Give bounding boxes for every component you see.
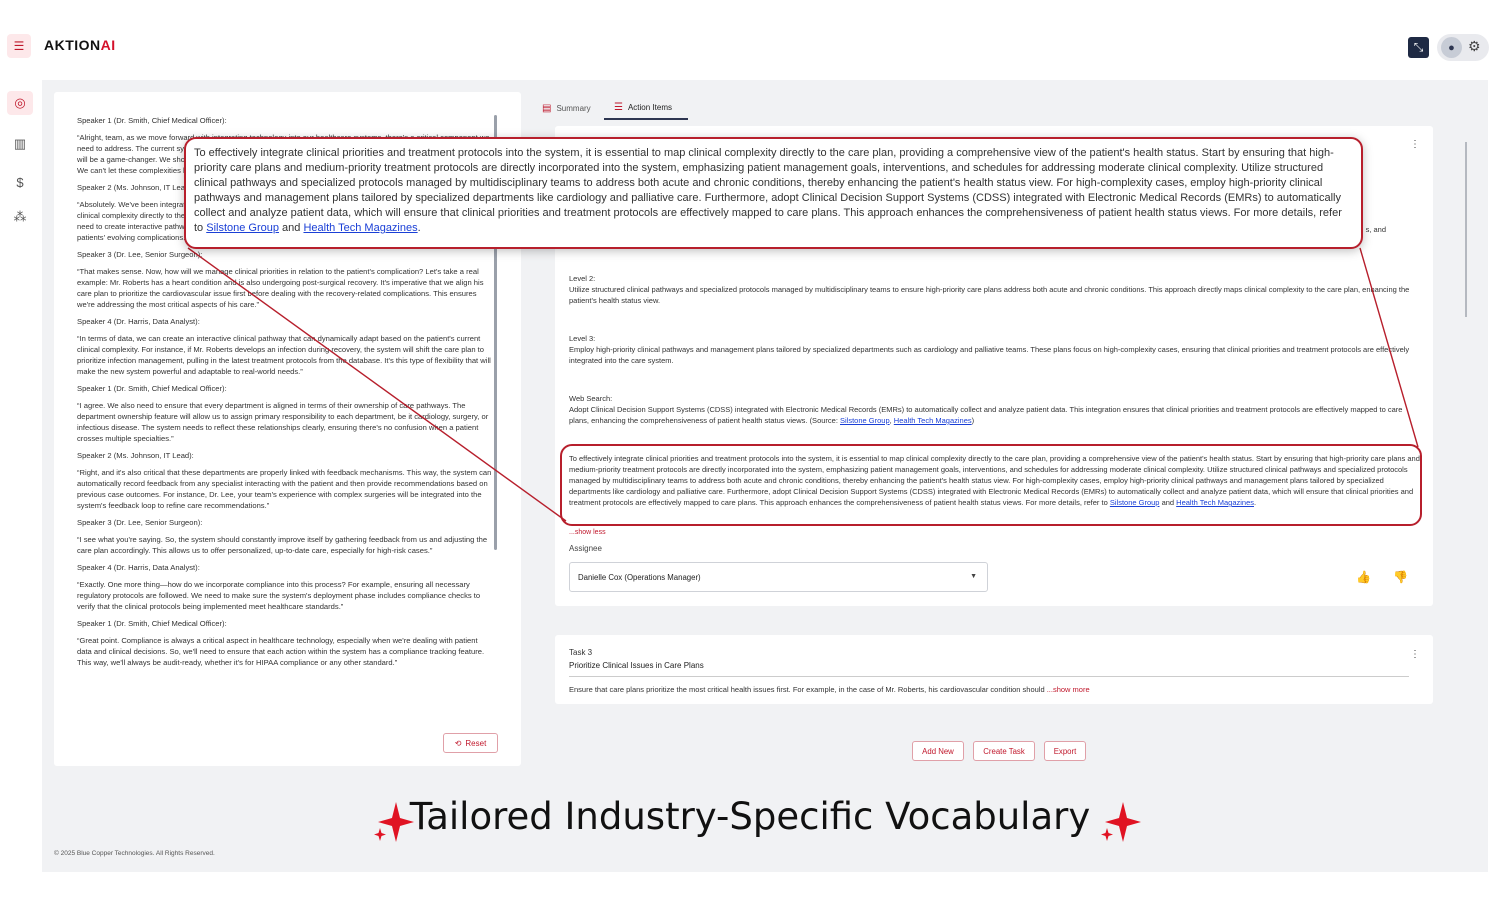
sparkle-icon-right <box>1101 802 1141 842</box>
export-button[interactable]: Export <box>1044 741 1086 761</box>
task-3-divider <box>569 676 1409 677</box>
zoom-callout: To effectively integrate clinical priori… <box>184 137 1363 249</box>
transcript-speaker: Speaker 3 (Dr. Lee, Senior Surgeon): <box>77 518 203 527</box>
dashboard-icon[interactable]: ◎ <box>7 91 33 115</box>
chevron-down-icon: ▼ <box>970 573 977 580</box>
tab-action-items-label: Action Items <box>627 102 672 112</box>
bar-chart-icon[interactable]: ▥ <box>7 132 33 156</box>
hamburger-icon[interactable]: ☰ <box>7 34 31 58</box>
task-3-desc-text: Ensure that care plans prioritize the mo… <box>569 685 1047 694</box>
task-3-menu-icon[interactable]: ⋮ <box>1410 649 1420 660</box>
thumbs-down-icon[interactable]: 👎 <box>1393 570 1408 584</box>
add-new-button[interactable]: Add New <box>912 741 964 761</box>
reset-label: Reset <box>465 738 487 748</box>
level-3-text: Employ high-priority clinical pathways a… <box>569 345 1410 365</box>
web-search-close: ) <box>971 416 975 425</box>
reset-button[interactable]: ⟲ Reset <box>443 733 498 753</box>
callout-body: To effectively integrate clinical priori… <box>194 147 1342 234</box>
action-items-scrollbar[interactable] <box>1465 142 1467 317</box>
tagline: Tailored Industry-Specific Vocabulary <box>409 795 1091 838</box>
task-2-menu-icon[interactable]: ⋮ <box>1410 139 1420 150</box>
transcript-utterance: “Great point. Compliance is always a cri… <box>77 636 485 667</box>
gear-icon[interactable]: ⚙ <box>1468 38 1481 55</box>
highlight-outline <box>560 444 1422 526</box>
transcript-utterance: “I see what you're saying. So, the syste… <box>77 535 488 555</box>
app-logo[interactable]: AKTIONAI <box>44 37 116 53</box>
assignee-value: Danielle Cox (Operations Manager) <box>578 572 701 582</box>
thumbs-up-icon[interactable]: 👍 <box>1356 570 1371 584</box>
task-3-description: Ensure that care plans prioritize the mo… <box>569 685 1090 694</box>
level-2-text: Utilize structured clinical pathways and… <box>569 285 1410 305</box>
level-3-title: Level 3: <box>569 334 596 343</box>
callout-link-healthtech[interactable]: Health Tech Magazines <box>303 222 417 234</box>
team-icon[interactable]: ⁂ <box>7 205 33 229</box>
transcript-speaker: Speaker 2 (Ms. Johnson, IT Lead): <box>77 451 194 460</box>
transcript-speaker: Speaker 3 (Dr. Lee, Senior Surgeon): <box>77 250 203 259</box>
logo-main: AKTION <box>44 37 101 53</box>
transcript-utterance: “Right, and it's also critical that thes… <box>77 468 492 510</box>
sparkle-icon-left <box>374 802 414 842</box>
transcript-speaker: Speaker 4 (Dr. Harris, Data Analyst): <box>77 563 200 572</box>
web-search-title: Web Search: <box>569 394 613 403</box>
sidebar: ◎ ▥ $ ⁂ <box>0 80 42 880</box>
transcript-utterance: “I agree. We also need to ensure that ev… <box>77 401 489 443</box>
web-link-silstone[interactable]: Silstone Group <box>840 416 890 425</box>
checklist-icon: ☰ <box>614 101 623 113</box>
transcript-speaker: Speaker 4 (Dr. Harris, Data Analyst): <box>77 317 200 326</box>
callout-link-silstone[interactable]: Silstone Group <box>206 222 279 234</box>
web-link-healthtech[interactable]: Health Tech Magazines <box>894 416 972 425</box>
transcript-utterance: “That makes sense. Now, how will we mana… <box>77 267 484 309</box>
show-less-link[interactable]: ...show less <box>569 529 606 536</box>
create-task-button[interactable]: Create Task <box>973 741 1035 761</box>
top-bar: ☰ AKTIONAI ⤡ ● ⚙ <box>0 0 1500 80</box>
tab-action-items[interactable]: ☰ Action Items <box>604 96 688 120</box>
transcript-speaker: Speaker 1 (Dr. Smith, Chief Medical Offi… <box>77 619 227 628</box>
collapse-icon[interactable]: ⤡ <box>1408 37 1429 58</box>
callout-and: and <box>279 222 304 234</box>
web-search-body: Adopt Clinical Decision Support Systems … <box>569 405 1403 425</box>
user-icon[interactable]: ● <box>1441 37 1462 58</box>
task-3-subtitle: Prioritize Clinical Issues in Care Plans <box>569 661 704 670</box>
tab-summary-label: Summary <box>556 103 591 113</box>
document-icon: ▤ <box>542 102 552 114</box>
transcript-speaker: Speaker 1 (Dr. Smith, Chief Medical Offi… <box>77 384 227 393</box>
tab-summary[interactable]: ▤ Summary <box>542 96 602 120</box>
callout-end: . <box>417 222 421 234</box>
show-more-link[interactable]: ...show more <box>1047 685 1090 694</box>
web-search-text: Adopt Clinical Decision Support Systems … <box>569 405 1403 425</box>
assignee-select[interactable]: Danielle Cox (Operations Manager) ▼ <box>569 562 988 592</box>
transcript-utterance: “Exactly. One more thing—how do we incor… <box>77 580 481 611</box>
logo-accent: AI <box>100 37 116 53</box>
transcript-speaker: Speaker 1 (Dr. Smith, Chief Medical Offi… <box>77 116 227 125</box>
assignee-label: Assignee <box>569 544 602 553</box>
footer-copyright: © 2025 Blue Copper Technologies. All Rig… <box>54 850 215 857</box>
user-menu[interactable]: ● ⚙ <box>1437 34 1489 61</box>
transcript-utterance: “In terms of data, we can create an inte… <box>77 334 491 376</box>
dollar-icon[interactable]: $ <box>7 170 33 194</box>
task-3-title: Task 3 <box>569 648 593 657</box>
level-2-title: Level 2: <box>569 274 596 283</box>
reset-icon: ⟲ <box>454 738 462 748</box>
